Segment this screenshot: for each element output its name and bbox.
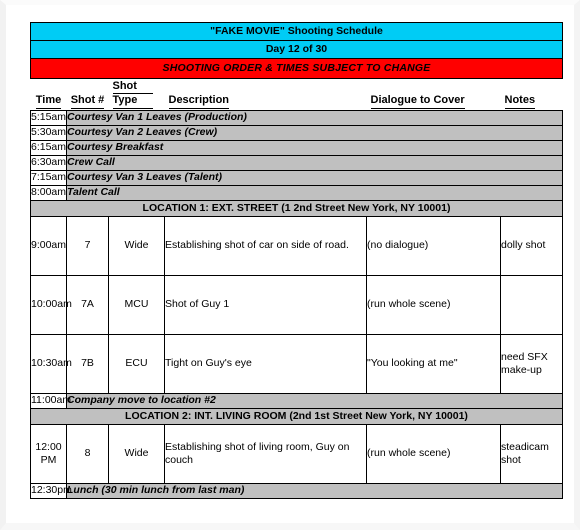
call-time-value: 7:15am — [30, 170, 67, 186]
lunch-row: 12:30pm Lunch (30 min lunch from last ma… — [30, 483, 563, 499]
column-header-row: Time Shot # Shot Type Description Dialog… — [30, 78, 563, 111]
location-1-banner: LOCATION 1: EXT. STREET (1 2nd Street Ne… — [30, 200, 563, 217]
shot-type: ECU — [108, 334, 165, 394]
column-header-shot-type: Shot Type — [108, 78, 165, 111]
day-of-schedule: Day 12 of 30 — [30, 40, 563, 59]
lunch-time: 12:30pm — [30, 483, 72, 499]
shot-dialogue: (run whole scene) — [366, 275, 501, 335]
call-time-row: 5:30am Courtesy Van 2 Leaves (Crew) — [30, 125, 563, 141]
shot-notes: dolly shot — [500, 216, 563, 276]
shot-number: 7B — [66, 334, 109, 394]
shot-description: Establishing shot of living room, Guy on… — [164, 424, 367, 484]
location-banner-row: LOCATION 2: INT. LIVING ROOM (2nd 1st St… — [30, 408, 563, 425]
call-time-text: Courtesy Van 2 Leaves (Crew) — [66, 125, 563, 141]
column-header-shot-number: Shot # — [66, 78, 109, 111]
shot-number: 8 — [66, 424, 109, 484]
company-move-row: 11:00am Company move to location #2 — [30, 393, 563, 409]
call-time-text: Courtesy Van 1 Leaves (Production) — [66, 110, 563, 126]
shot-time: 9:00am — [30, 216, 67, 276]
call-time-row: 6:15am Courtesy Breakfast — [30, 140, 563, 156]
shot-time: 10:00am — [30, 275, 72, 335]
call-time-value: 6:15am — [30, 140, 67, 156]
call-time-row: 6:30am Crew Call — [30, 155, 563, 171]
call-time-value: 5:15am — [30, 110, 67, 126]
shooting-schedule-sheet: "FAKE MOVIE" Shooting Schedule Day 12 of… — [30, 22, 563, 499]
column-header-shot-number-label: Shot # — [70, 94, 105, 109]
call-time-text: Courtesy Van 3 Leaves (Talent) — [66, 170, 563, 186]
shot-notes: steadicam shot — [500, 424, 563, 484]
table-row: 12:00 PM 8 Wide Establishing shot of liv… — [30, 424, 563, 484]
call-time-row: 8:00am Talent Call — [30, 185, 563, 201]
table-row: 10:00am 7A MCU Shot of Guy 1 (run whole … — [30, 275, 563, 335]
notice-row: SHOOTING ORDER & TIMES SUBJECT TO CHANGE — [30, 58, 563, 79]
shot-time: 10:30am — [30, 334, 72, 394]
location-banner-row: LOCATION 1: EXT. STREET (1 2nd Street Ne… — [30, 200, 563, 217]
call-time-value: 6:30am — [30, 155, 67, 171]
shot-dialogue: "You looking at me" — [366, 334, 501, 394]
company-move-time: 11:00am — [30, 393, 71, 409]
column-header-shot-type-line1: Shot — [112, 80, 153, 95]
column-header-notes-label: Notes — [504, 94, 536, 109]
shooting-schedule-table: "FAKE MOVIE" Shooting Schedule Day 12 of… — [30, 22, 563, 499]
shot-type: MCU — [108, 275, 165, 335]
column-header-description-label: Description — [168, 94, 230, 109]
column-header-notes: Notes — [500, 78, 563, 111]
shot-notes — [500, 275, 563, 335]
schedule-notice: SHOOTING ORDER & TIMES SUBJECT TO CHANGE — [30, 58, 563, 79]
call-time-value: 5:30am — [30, 125, 67, 141]
lunch-text: Lunch (30 min lunch from last man) — [66, 483, 563, 499]
shot-number: 7 — [66, 216, 109, 276]
shot-type: Wide — [108, 424, 165, 484]
shot-description: Establishing shot of car on side of road… — [164, 216, 367, 276]
company-move-text: Company move to location #2 — [66, 393, 563, 409]
shot-description: Shot of Guy 1 — [164, 275, 367, 335]
shot-notes: need SFX make-up — [500, 334, 563, 394]
call-time-value: 8:00am — [30, 185, 67, 201]
column-header-dialogue-label: Dialogue to Cover — [370, 94, 465, 109]
shot-description: Tight on Guy's eye — [164, 334, 367, 394]
shot-number: 7A — [66, 275, 109, 335]
table-row: 9:00am 7 Wide Establishing shot of car o… — [30, 216, 563, 276]
call-time-text: Crew Call — [66, 155, 563, 171]
column-header-shot-type-stack: Shot Type — [112, 80, 165, 109]
column-header-shot-type-line2: Type — [112, 94, 153, 109]
location-2-banner: LOCATION 2: INT. LIVING ROOM (2nd 1st St… — [30, 408, 563, 425]
column-header-time: Time — [30, 78, 67, 111]
call-time-text: Talent Call — [66, 185, 563, 201]
call-time-row: 5:15am Courtesy Van 1 Leaves (Production… — [30, 110, 563, 126]
column-header-time-label: Time — [35, 94, 62, 109]
call-time-text: Courtesy Breakfast — [66, 140, 563, 156]
document-title: "FAKE MOVIE" Shooting Schedule — [30, 22, 563, 41]
title-row: "FAKE MOVIE" Shooting Schedule — [30, 22, 563, 41]
day-row: Day 12 of 30 — [30, 40, 563, 59]
shot-type: Wide — [108, 216, 165, 276]
table-row: 10:30am 7B ECU Tight on Guy's eye "You l… — [30, 334, 563, 394]
shot-time: 12:00 PM — [30, 424, 67, 484]
column-header-description: Description — [164, 78, 367, 111]
shot-dialogue: (run whole scene) — [366, 424, 501, 484]
column-header-dialogue: Dialogue to Cover — [366, 78, 501, 111]
call-time-row: 7:15am Courtesy Van 3 Leaves (Talent) — [30, 170, 563, 186]
shot-dialogue: (no dialogue) — [366, 216, 501, 276]
